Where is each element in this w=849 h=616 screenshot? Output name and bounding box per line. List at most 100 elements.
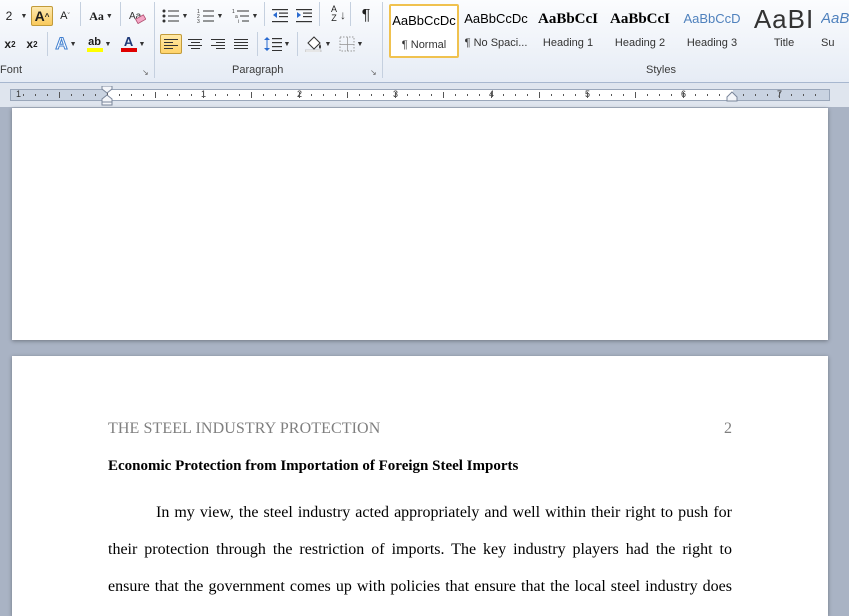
shrink-font-icon: A <box>60 10 68 22</box>
ruler-tick <box>23 94 24 96</box>
separator <box>120 2 121 26</box>
sort-z-icon: Z <box>331 13 337 23</box>
line-spacing-icon <box>263 37 282 51</box>
ruler-tick <box>659 94 660 96</box>
text-effects-button[interactable]: A ▼ <box>52 34 80 54</box>
right-indent-marker-icon[interactable] <box>726 91 738 103</box>
show-hide-button[interactable]: ¶ <box>355 6 377 26</box>
ruler-tick <box>407 94 408 96</box>
justify-icon <box>234 39 248 49</box>
clear-formatting-button[interactable]: Aa <box>126 6 148 26</box>
align-center-button[interactable] <box>184 34 206 54</box>
ruler-tick <box>575 94 576 96</box>
ruler-tick <box>275 94 276 96</box>
ruler-tick <box>299 92 300 98</box>
ruler-tick <box>635 92 636 98</box>
superscript-2-icon: 2 <box>33 39 38 49</box>
clear-formatting-icon: Aa <box>129 11 146 24</box>
ruler-tick <box>455 94 456 96</box>
ruler-tick <box>683 92 684 98</box>
separator <box>297 32 298 56</box>
align-left-button[interactable] <box>160 34 182 54</box>
borders-button[interactable]: ▼ <box>336 34 366 54</box>
line-spacing-button[interactable]: ▼ <box>262 34 292 54</box>
align-right-button[interactable] <box>207 34 229 54</box>
separator <box>47 32 48 56</box>
ruler-tick <box>95 94 96 96</box>
style-heading-2[interactable]: AaBbCcI Heading 2 <box>605 4 675 58</box>
subscript-2-icon: 2 <box>11 39 16 49</box>
align-center-icon <box>188 39 202 49</box>
style-name: ¶ Normal <box>401 39 447 51</box>
font-color-swatch <box>120 48 137 52</box>
shading-button[interactable]: ▼ <box>303 34 333 54</box>
document-page[interactable] <box>12 108 828 340</box>
group-label-font: Font <box>0 64 23 76</box>
highlight-button[interactable]: ab ▼ <box>84 34 114 54</box>
ruler-tick <box>323 94 324 96</box>
subscript-icon: x <box>4 37 12 51</box>
ruler-tick <box>347 92 348 98</box>
grow-font-button[interactable]: A ^ <box>31 6 53 26</box>
superscript-button[interactable]: x2 <box>22 34 42 54</box>
chevron-down-icon: ▼ <box>356 40 364 48</box>
ruler-tick <box>431 94 432 96</box>
ruler-tick <box>539 92 540 98</box>
horizontal-ruler[interactable]: 1 1 2 3 4 5 6 7 <box>10 89 830 101</box>
ruler-tick <box>515 94 516 96</box>
body-text-line: ensure that the government comes up with… <box>108 578 732 595</box>
ruler-tick <box>179 94 180 96</box>
font-dialog-launcher-icon[interactable]: ↘ <box>141 68 151 78</box>
chevron-down-icon: ▼ <box>69 40 77 48</box>
ruler-tick <box>251 92 252 98</box>
ruler-tick <box>695 94 696 96</box>
style-subtitle[interactable]: AaB Su <box>821 4 849 58</box>
ruler-tick <box>383 94 384 96</box>
decrease-indent-button[interactable] <box>269 6 291 26</box>
numbering-button[interactable]: 1 2 3 ▼ <box>195 6 225 26</box>
bullets-button[interactable]: ▼ <box>160 6 190 26</box>
ruler-tick <box>59 92 60 98</box>
style-normal[interactable]: AaBbCcDc ¶ Normal <box>389 4 459 58</box>
justify-button[interactable] <box>230 34 252 54</box>
paragraph-dialog-launcher-icon[interactable]: ↘ <box>369 68 379 78</box>
ruler-tick <box>779 92 780 98</box>
page-header: THE STEEL INDUSTRY PROTECTION <box>108 420 381 437</box>
style-no-spacing[interactable]: AaBbCcDc ¶ No Spaci... <box>461 4 531 58</box>
separator <box>319 2 320 26</box>
ruler-tick <box>155 92 156 98</box>
style-heading-1[interactable]: AaBbCcI Heading 1 <box>533 4 603 58</box>
style-preview: AaBbCcDc <box>464 11 528 26</box>
ruler-tick <box>479 94 480 96</box>
style-heading-3[interactable]: AaBbCcD Heading 3 <box>677 4 747 58</box>
separator <box>80 2 81 26</box>
font-size-box[interactable]: 2 <box>0 6 18 26</box>
style-name: Heading 3 <box>686 37 738 49</box>
chevron-down-icon: ▼ <box>138 40 146 48</box>
font-size-dropdown[interactable]: ▼ <box>18 6 28 26</box>
style-preview: AaBbCcI <box>609 11 670 27</box>
font-size-value: 2 <box>5 9 13 23</box>
font-color-icon: A <box>120 35 137 52</box>
shrink-font-button[interactable]: Aˇ <box>55 6 75 26</box>
change-case-button[interactable]: Aa ▼ <box>86 6 116 26</box>
chevron-down-icon: ▼ <box>104 40 112 48</box>
style-preview: AaBI <box>753 4 815 34</box>
first-line-indent-marker-icon[interactable] <box>101 86 113 106</box>
style-name: Heading 2 <box>614 37 666 49</box>
multilevel-list-button[interactable]: 1 a i ▼ <box>230 6 260 26</box>
ruler-tick <box>647 94 648 96</box>
font-color-button[interactable]: A ▼ <box>118 34 148 54</box>
page-number: 2 <box>724 420 732 437</box>
increase-indent-icon <box>296 9 312 23</box>
change-case-icon: Aa <box>89 8 104 23</box>
document-page[interactable]: THE STEEL INDUSTRY PROTECTION 2 Economic… <box>12 356 828 616</box>
style-title[interactable]: AaBI Title <box>749 4 819 58</box>
subscript-button[interactable]: x2 <box>0 34 20 54</box>
text-effects-icon: A <box>55 34 68 54</box>
ruler-tick <box>767 94 768 96</box>
ruler-tick <box>743 94 744 96</box>
increase-indent-button[interactable] <box>293 6 315 26</box>
ruler-band: 1 1 2 3 4 5 6 7 <box>0 83 849 107</box>
ruler-tick <box>599 94 600 96</box>
